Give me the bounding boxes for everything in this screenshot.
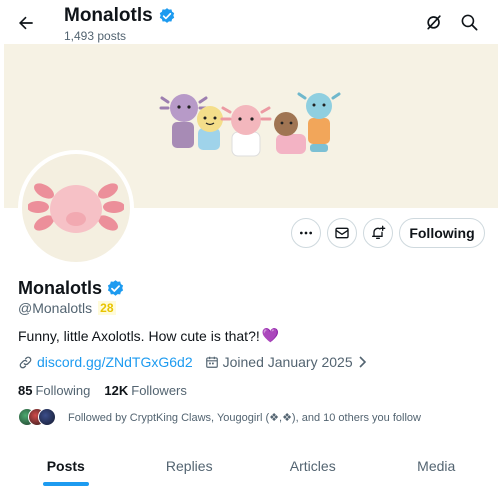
mail-icon <box>335 227 349 239</box>
website-link-text[interactable]: discord.gg/ZNdTGxG6d2 <box>37 354 193 370</box>
tab-media[interactable]: Media <box>375 440 499 486</box>
chevron-right-icon <box>359 356 366 368</box>
following-label: Following <box>35 383 91 398</box>
tab-label: Replies <box>165 458 213 474</box>
profile-avatar[interactable] <box>18 150 134 266</box>
profile-header: Monalotls 1,493 posts <box>0 0 500 44</box>
bell-plus-icon <box>372 225 386 239</box>
following-count: 85 <box>18 383 33 398</box>
calendar-icon <box>205 356 218 368</box>
verified-badge-icon <box>159 8 174 23</box>
website-link[interactable]: discord.gg/ZNdTGxG6d2 <box>18 354 193 370</box>
tab-label: Media <box>417 458 456 474</box>
tab-replies[interactable]: Replies <box>128 440 252 486</box>
verified-badge-icon[interactable] <box>106 279 125 298</box>
message-button[interactable] <box>327 218 357 248</box>
following-stat[interactable]: 85 Following <box>18 383 90 398</box>
display-name-row: Monalotls <box>18 277 125 299</box>
search-icon <box>461 14 477 30</box>
handle-badge: 28 <box>98 301 116 315</box>
follower-avatars <box>18 408 58 426</box>
joined-text: Joined January 2025 <box>222 354 353 370</box>
arrow-left-icon <box>19 16 33 30</box>
followed-by-row[interactable]: Followed by CryptKing Claws, Yougogirl (… <box>18 408 421 426</box>
followers-stat[interactable]: 12K Followers <box>104 383 186 398</box>
profile-bio: Funny, little Axolotls. How cute is that… <box>18 327 279 344</box>
grok-icon <box>427 15 441 30</box>
following-button[interactable]: Following <box>399 218 485 248</box>
follower-avatar <box>38 408 56 426</box>
link-icon <box>19 356 32 368</box>
more-icon <box>300 231 312 235</box>
notify-button[interactable] <box>363 218 393 248</box>
bio-text: Funny, little Axolotls. How cute is that… <box>18 327 260 344</box>
search-button[interactable] <box>456 9 482 35</box>
tab-label: Posts <box>46 458 85 474</box>
followers-count: 12K <box>104 383 129 398</box>
grok-button[interactable] <box>421 9 447 35</box>
profile-tabs: Posts Replies Articles Media <box>4 440 498 486</box>
followed-by-text: Followed by CryptKing Claws, Yougogirl (… <box>68 411 421 424</box>
tab-posts[interactable]: Posts <box>4 440 128 486</box>
axolotl-group-illustration <box>159 92 341 157</box>
back-button[interactable] <box>12 9 40 37</box>
tab-articles[interactable]: Articles <box>251 440 375 486</box>
handle: @Monalotls <box>18 300 93 316</box>
posts-count: 1,493 posts <box>64 29 127 43</box>
bio-emoji: 💜 <box>261 327 280 343</box>
profile-meta: discord.gg/ZNdTGxG6d2 Joined January 202… <box>18 354 367 370</box>
display-name: Monalotls <box>18 278 102 298</box>
followers-label: Followers <box>131 383 187 398</box>
header-title-block: Monalotls 1,493 posts <box>64 4 176 43</box>
tab-label: Articles <box>289 458 336 474</box>
header-title: Monalotls <box>64 5 153 26</box>
axolotl-logo-icon <box>28 183 124 233</box>
active-tab-indicator <box>42 482 89 486</box>
avatar-image <box>22 154 130 262</box>
handle-row: @Monalotls 28 <box>18 300 116 316</box>
follow-stats: 85 Following 12K Followers <box>18 383 187 398</box>
more-button[interactable] <box>291 218 321 248</box>
joined-date[interactable]: Joined January 2025 <box>205 354 367 370</box>
